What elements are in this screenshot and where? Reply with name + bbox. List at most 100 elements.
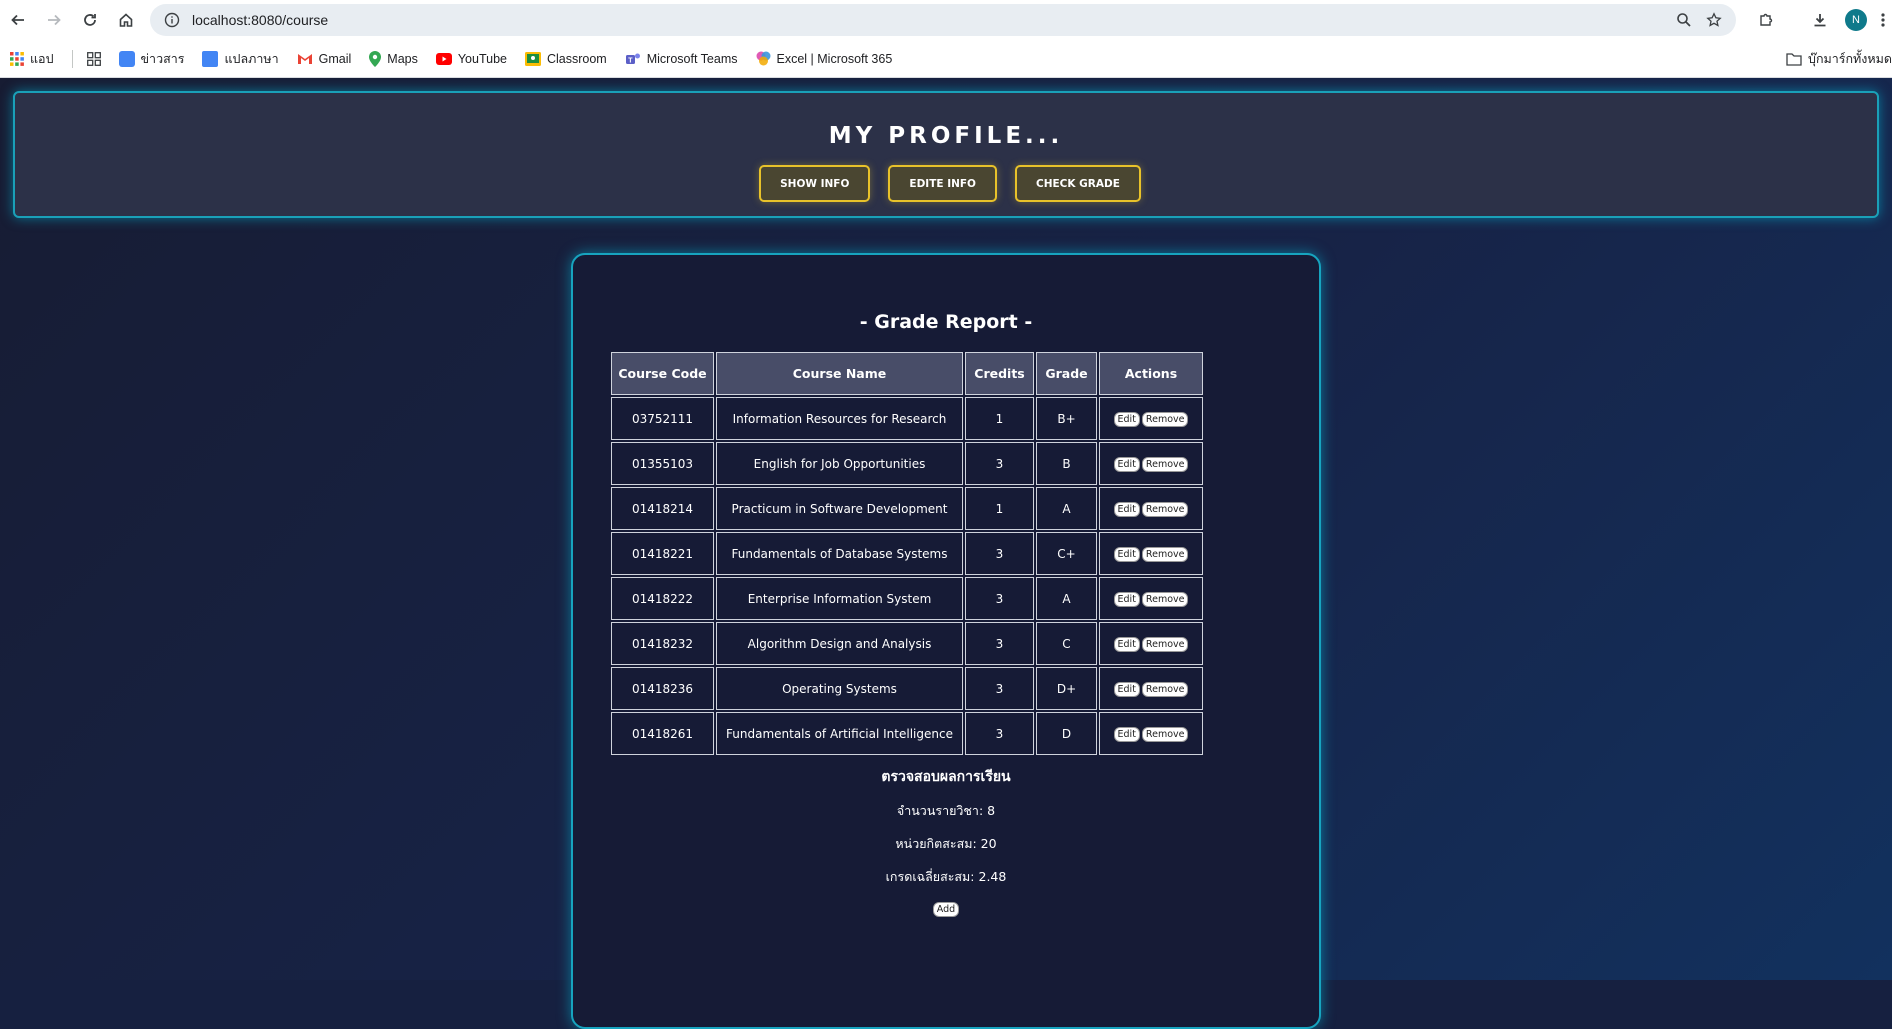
remove-button[interactable]: Remove <box>1141 726 1189 742</box>
svg-text:T: T <box>628 57 633 64</box>
grade-cell: D <box>1036 712 1097 755</box>
bookmark-label: Maps <box>387 51 418 66</box>
bookmark-label: ข่าวสาร <box>140 51 185 66</box>
column-header-grade: Grade <box>1036 352 1097 395</box>
edit-button[interactable]: Edit <box>1113 501 1140 517</box>
downloads-button[interactable] <box>1802 0 1838 40</box>
course-name-cell: Information Resources for Research <box>716 397 963 440</box>
page-title: MY PROFILE... <box>828 123 1064 149</box>
edit-button[interactable]: Edit <box>1113 681 1140 697</box>
extensions-button[interactable] <box>1748 0 1784 40</box>
column-header-course-name: Course Name <box>716 352 963 395</box>
menu-button[interactable] <box>1874 0 1892 40</box>
credits-cell: 3 <box>965 577 1034 620</box>
bookmark-apps[interactable]: แอป <box>10 49 54 69</box>
gpa-line: เกรดเฉลี่ยสะสม: 2.48 <box>573 867 1319 887</box>
bookmark-excel-365[interactable]: Excel | Microsoft 365 <box>756 51 893 66</box>
reload-button[interactable] <box>72 0 108 40</box>
bookmark-news[interactable]: ข่าวสาร <box>118 49 185 69</box>
remove-button[interactable]: Remove <box>1141 681 1189 697</box>
edit-button[interactable]: Edit <box>1113 591 1140 607</box>
total-credits-line: หน่วยกิตสะสม: 20 <box>573 834 1319 854</box>
bookmark-divider <box>71 49 73 68</box>
gpa-value: 2.48 <box>978 869 1007 884</box>
grade-cell: A <box>1036 577 1097 620</box>
back-button[interactable] <box>0 0 36 40</box>
remove-button[interactable]: Remove <box>1141 456 1189 472</box>
course-name-cell: Fundamentals of Artificial Intelligence <box>716 712 963 755</box>
bookmark-label: แอป <box>30 51 54 66</box>
remove-button[interactable]: Remove <box>1141 591 1189 607</box>
table-row: 01418214 Practicum in Software Developme… <box>611 487 1203 530</box>
arrow-right-icon <box>48 14 61 26</box>
bookmarks-bar: แอป ข่าวสาร แปลภาษา Gmail Maps YouTube C… <box>0 40 1892 78</box>
course-count-line: จำนวนรายวิชา: 8 <box>573 801 1319 821</box>
bookmark-teams[interactable]: T Microsoft Teams <box>625 52 738 66</box>
bookmark-youtube[interactable]: YouTube <box>435 52 507 66</box>
remove-button[interactable]: Remove <box>1141 411 1189 427</box>
grade-cell: C <box>1036 622 1097 665</box>
bookmark-grid[interactable] <box>86 51 101 66</box>
summary-title: ตรวจสอบผลการเรียน <box>881 769 1011 785</box>
profile-header: MY PROFILE... SHOW INFO EDITE INFO CHECK… <box>13 91 1879 218</box>
report-title: - Grade Report - <box>859 311 1033 333</box>
table-row: 01418236 Operating Systems 3 D+ Edit Remo… <box>611 667 1203 710</box>
folder-icon <box>1786 53 1802 66</box>
address-bar[interactable]: localhost:8080/course <box>150 4 1736 36</box>
youtube-icon <box>435 52 452 65</box>
remove-button[interactable]: Remove <box>1141 546 1189 562</box>
course-count-label: จำนวนรายวิชา: <box>896 803 984 818</box>
edit-button[interactable]: Edit <box>1113 411 1140 427</box>
course-code-cell: 03752111 <box>611 397 714 440</box>
maps-icon <box>369 50 382 67</box>
course-code-cell: 01418236 <box>611 667 714 710</box>
microsoft365-icon <box>756 51 770 66</box>
forward-button[interactable] <box>36 0 72 40</box>
bookmark-maps[interactable]: Maps <box>369 50 418 67</box>
table-row: 01418221 Fundamentals of Database System… <box>611 532 1203 575</box>
actions-cell: Edit Remove <box>1099 622 1203 665</box>
edit-button[interactable]: Edit <box>1113 456 1140 472</box>
star-icon[interactable] <box>1706 12 1722 28</box>
bookmark-classroom[interactable]: Classroom <box>524 51 607 66</box>
column-header-credits: Credits <box>965 352 1034 395</box>
course-code-cell: 01418214 <box>611 487 714 530</box>
zoom-icon[interactable] <box>1676 12 1692 28</box>
bookmark-translate[interactable]: แปลภาษา <box>202 49 279 69</box>
check-grade-button[interactable]: CHECK GRADE <box>1015 165 1141 202</box>
course-name-cell: Practicum in Software Development <box>716 487 963 530</box>
remove-button[interactable]: Remove <box>1141 501 1189 517</box>
column-header-actions: Actions <box>1099 352 1203 395</box>
all-bookmarks[interactable]: บุ๊กมาร์กทั้งหมด <box>1786 40 1892 78</box>
grade-cell: A <box>1036 487 1097 530</box>
show-info-button[interactable]: SHOW INFO <box>759 165 871 202</box>
apps-icon <box>10 51 24 66</box>
course-code-cell: 01418261 <box>611 712 714 755</box>
grade-summary: ตรวจสอบผลการเรียน จำนวนรายวิชา: 8 หน่วยก… <box>573 766 1319 917</box>
gmail-icon <box>297 53 312 64</box>
bookmark-label: Excel | Microsoft 365 <box>776 51 893 66</box>
actions-cell: Edit Remove <box>1099 577 1203 620</box>
table-row: 01355103 English for Job Opportunities 3… <box>611 442 1203 485</box>
site-info-icon[interactable] <box>158 12 186 28</box>
bookmark-label: Microsoft Teams <box>646 51 738 66</box>
translate-icon <box>202 50 219 67</box>
add-button[interactable]: Add <box>932 902 960 917</box>
edite-info-button[interactable]: EDITE INFO <box>888 165 997 202</box>
home-button[interactable] <box>108 0 144 40</box>
edit-button[interactable]: Edit <box>1113 636 1140 652</box>
credits-cell: 3 <box>965 667 1034 710</box>
table-row: 03752111 Information Resources for Resea… <box>611 397 1203 440</box>
bookmark-gmail[interactable]: Gmail <box>297 52 351 66</box>
news-icon <box>118 50 135 67</box>
edit-button[interactable]: Edit <box>1113 546 1140 562</box>
grid-icon <box>86 51 101 66</box>
edit-button[interactable]: Edit <box>1113 726 1140 742</box>
page-viewport: MY PROFILE... SHOW INFO EDITE INFO CHECK… <box>0 78 1892 1029</box>
actions-cell: Edit Remove <box>1099 442 1203 485</box>
profile-button[interactable]: N <box>1838 0 1874 40</box>
actions-cell: Edit Remove <box>1099 487 1203 530</box>
remove-button[interactable]: Remove <box>1141 636 1189 652</box>
course-code-cell: 01418222 <box>611 577 714 620</box>
total-credits-label: หน่วยกิตสะสม: <box>895 836 977 851</box>
